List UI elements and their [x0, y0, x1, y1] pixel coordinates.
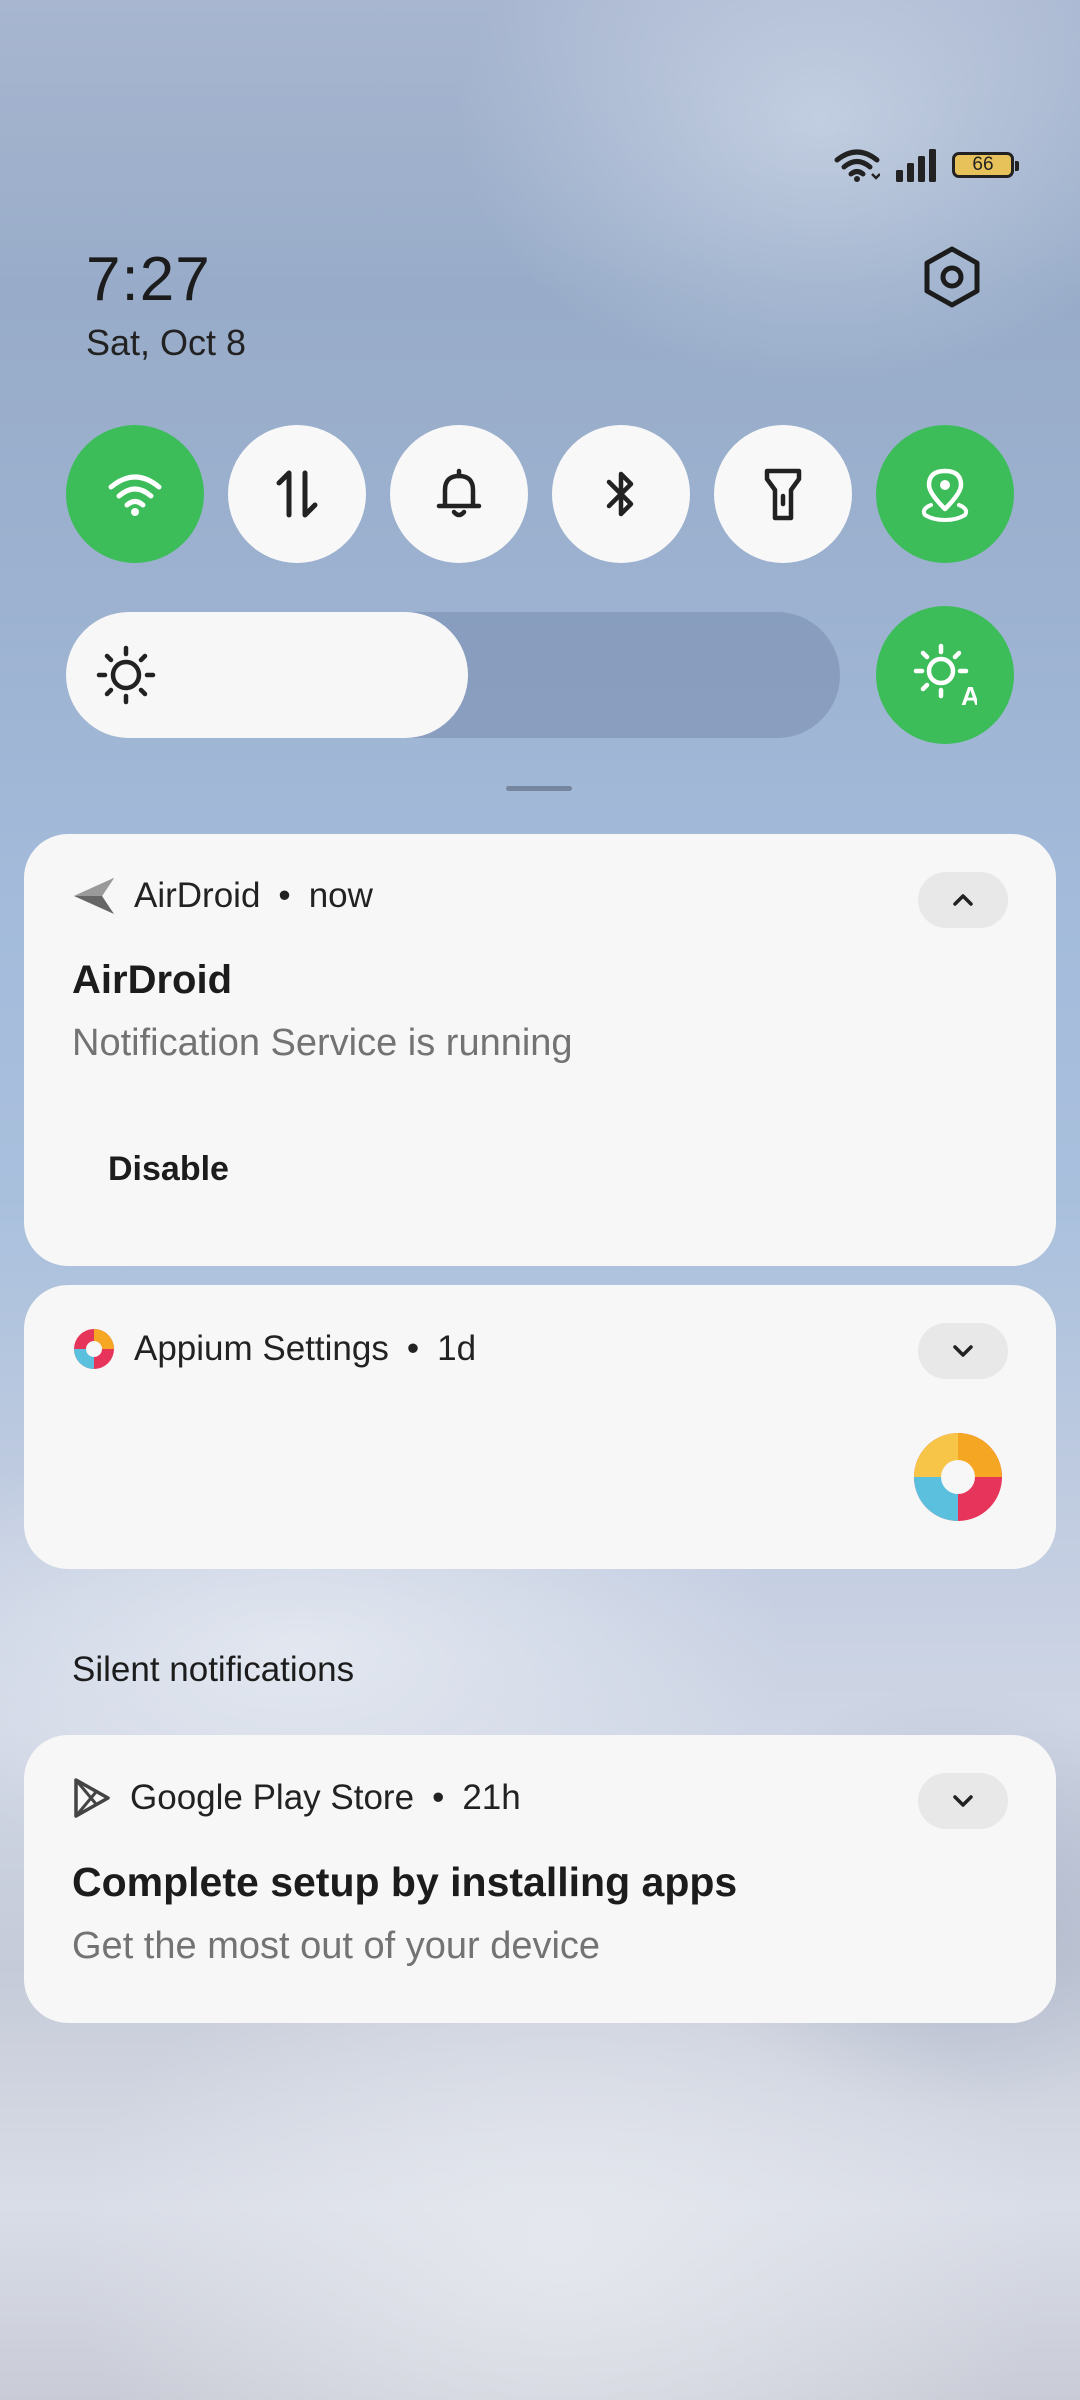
notification-time: 21h: [462, 1778, 521, 1817]
flashlight-tile[interactable]: [714, 425, 852, 563]
notification-app-name: Appium Settings: [134, 1329, 389, 1368]
notification-text: Notification Service is running: [72, 1022, 573, 1064]
appium-large-icon: [914, 1433, 1002, 1521]
wifi-icon: [834, 149, 880, 182]
battery-icon: 66: [952, 152, 1019, 178]
flashlight-icon: [764, 468, 802, 521]
mobile-data-tile[interactable]: [228, 425, 366, 563]
collapse-button[interactable]: [918, 872, 1008, 928]
notification-title: AirDroid: [72, 958, 232, 1002]
disable-button[interactable]: Disable: [108, 1150, 229, 1189]
silent-notifications-label: Silent notifications: [72, 1650, 355, 1689]
notification-card-appium[interactable]: Appium Settings • 1d: [24, 1285, 1056, 1569]
settings-hexagon-icon: [924, 246, 980, 308]
auto-brightness-button[interactable]: A: [876, 606, 1014, 744]
chevron-up-icon: [953, 894, 973, 906]
wifi-tile[interactable]: [66, 425, 204, 563]
notification-header: Appium Settings • 1d: [72, 1327, 476, 1371]
brightness-sun-icon: [96, 645, 156, 705]
notification-header: AirDroid • now: [72, 876, 373, 916]
clock-date: Sat, Oct 8: [86, 322, 247, 363]
status-bar: 66: [834, 148, 1019, 182]
auto-brightness-icon: A: [913, 643, 977, 707]
location-pin-icon: [921, 468, 969, 523]
bluetooth-tile[interactable]: [552, 425, 690, 563]
settings-button[interactable]: [920, 245, 984, 309]
notification-time: 1d: [437, 1329, 477, 1368]
expand-button[interactable]: [918, 1323, 1008, 1379]
bell-icon: [436, 468, 482, 518]
notification-card-airdroid[interactable]: AirDroid • now AirDroid Notification Ser…: [24, 834, 1056, 1266]
expand-button[interactable]: [918, 1773, 1008, 1829]
airdroid-icon: [74, 878, 114, 914]
play-store-icon: [74, 1778, 110, 1818]
notification-time: now: [308, 876, 373, 915]
cellular-signal-icon: [896, 149, 936, 182]
notification-title: Complete setup by installing apps: [72, 1859, 738, 1905]
notification-app-name: AirDroid: [134, 876, 261, 915]
chevron-down-icon: [953, 1795, 973, 1807]
notification-card-play-store[interactable]: Google Play Store • 21h Complete setup b…: [24, 1735, 1056, 2023]
wifi-icon: [108, 474, 162, 516]
chevron-down-icon: [953, 1345, 973, 1357]
location-tile[interactable]: [876, 425, 1014, 563]
svg-text:A: A: [961, 681, 977, 707]
clock-time: 7:27: [86, 245, 211, 314]
battery-level: 66: [972, 154, 994, 175]
data-arrows-icon: [276, 470, 318, 518]
brightness-slider-fill[interactable]: [66, 612, 468, 738]
panel-drag-handle[interactable]: [506, 786, 572, 791]
bluetooth-icon: [606, 471, 634, 517]
quick-settings-tiles: [66, 425, 1014, 563]
notification-text: Get the most out of your device: [72, 1925, 601, 1967]
appium-icon: [74, 1329, 114, 1369]
notification-app-name: Google Play Store: [130, 1778, 415, 1817]
ring-tile[interactable]: [390, 425, 528, 563]
notification-header: Google Play Store • 21h: [72, 1777, 521, 1819]
